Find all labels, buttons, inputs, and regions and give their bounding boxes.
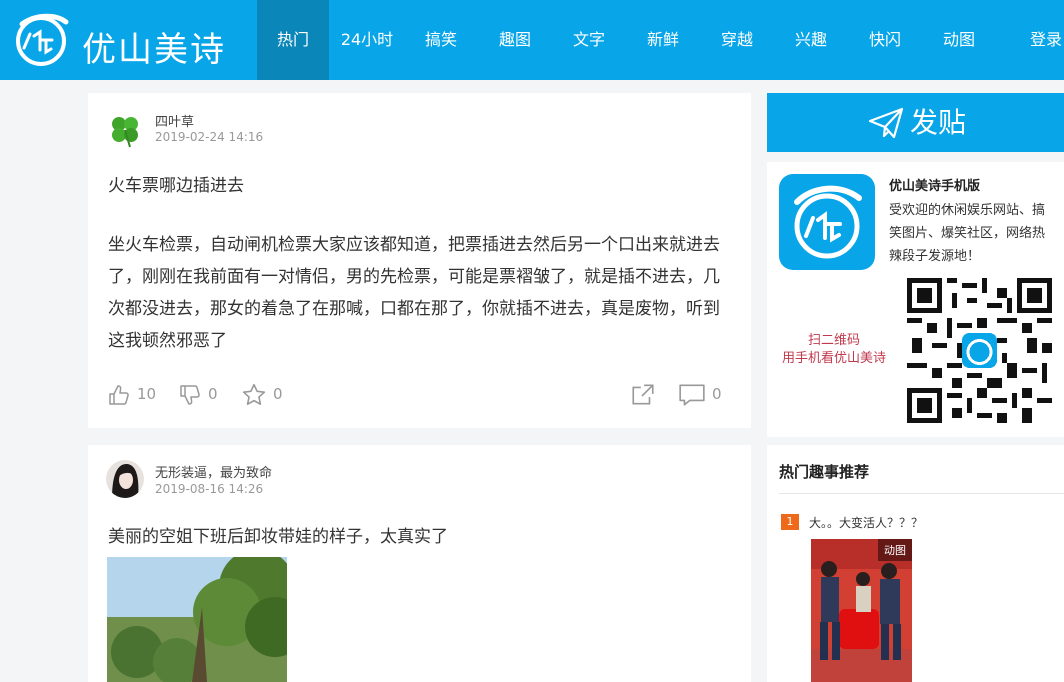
hot-title: 热门趣事推荐 [779, 463, 870, 481]
dislike-count: 0 [208, 385, 218, 403]
hot-item-image[interactable]: 动图 [811, 539, 912, 682]
divider [779, 493, 1064, 494]
dislike-button[interactable]: 0 [178, 381, 218, 407]
author-name[interactable]: 四叶草 [155, 111, 194, 130]
site-logo[interactable]: 优山美诗 [12, 10, 242, 70]
post-title[interactable]: 美丽的空姐下班后卸妆带娃的样子，太真实了 [108, 522, 448, 547]
qr-code [907, 278, 1052, 423]
post-image[interactable] [107, 557, 287, 682]
site-name: 优山美诗 [82, 30, 226, 70]
nav-item-gif[interactable]: 动图 [923, 0, 995, 80]
comment-button[interactable]: 0 [678, 381, 722, 407]
post-date: 2019-08-16 14:26 [155, 482, 264, 496]
logo-mark-icon [16, 13, 69, 66]
login-link[interactable]: 登录 [1030, 0, 1064, 80]
post-title[interactable]: 火车票哪边插进去 [108, 171, 244, 196]
like-button[interactable]: 10 [107, 381, 156, 407]
new-post-label: 发贴 [910, 106, 967, 139]
comment-icon [679, 384, 705, 406]
post-date: 2019-02-24 14:16 [155, 130, 264, 144]
mobile-app-panel: 优山美诗手机版 受欢迎的休闲娱乐网站、搞笑图片、爆笑社区，网络热辣段子发源地！ … [767, 162, 1064, 437]
qr-code-icon [907, 278, 1052, 423]
favorite-button[interactable]: 0 [241, 381, 283, 407]
post-card: 无形装逼，最为致命 2019-08-16 14:26 美丽的空姐下班后卸妆带娃的… [88, 445, 751, 682]
nav-item-funny[interactable]: 搞笑 [405, 0, 477, 80]
share-button[interactable] [630, 381, 656, 407]
user-photo [106, 460, 144, 498]
qr-hint-line1: 扫二维码 [807, 333, 860, 348]
author-avatar[interactable] [106, 111, 144, 149]
comment-count: 0 [712, 385, 722, 403]
share-icon [632, 383, 654, 404]
qr-hint: 扫二维码 用手机看优山美诗 [767, 332, 901, 368]
author-name[interactable]: 无形装逼，最为致命 [155, 462, 272, 481]
rank-badge: 1 [781, 514, 799, 530]
top-nav: 优山美诗 热门 24小时 搞笑 趣图 文字 新鲜 穿越 兴趣 快闪 动图 登录 [0, 0, 1064, 80]
post-body: 坐火车检票，自动闸机检票大家应该都知道，把票插进去然后另一个口出来就进去了，刚刚… [108, 235, 720, 351]
nav-item-fresh[interactable]: 新鲜 [627, 0, 699, 80]
author-avatar[interactable] [106, 460, 144, 498]
nav-item-24h[interactable]: 24小时 [329, 0, 405, 80]
new-post-button[interactable]: 发贴 [767, 93, 1064, 152]
app-icon[interactable] [779, 174, 875, 270]
nav-item-flash[interactable]: 快闪 [849, 0, 921, 80]
thumbs-up-icon [109, 384, 129, 405]
tree-photo [107, 557, 287, 682]
nav-item-pics[interactable]: 趣图 [479, 0, 551, 80]
app-logo-icon [794, 185, 862, 259]
app-title: 优山美诗手机版 [889, 179, 981, 194]
nav-item-interest[interactable]: 兴趣 [775, 0, 847, 80]
paper-plane-icon [868, 107, 904, 139]
nav-item-travel[interactable]: 穿越 [701, 0, 773, 80]
nav-item-text[interactable]: 文字 [553, 0, 625, 80]
nav-item-hot[interactable]: 热门 [257, 0, 329, 80]
qr-hint-line2: 用手机看优山美诗 [781, 351, 886, 366]
app-description: 受欢迎的休闲娱乐网站、搞笑图片、爆笑社区，网络热辣段子发源地！ [889, 203, 1046, 264]
four-leaf-clover-icon [106, 111, 144, 149]
favorite-count: 0 [273, 385, 283, 403]
like-count: 10 [137, 385, 157, 403]
gif-badge: 动图 [878, 539, 912, 561]
star-icon [242, 383, 266, 405]
post-card: 四叶草 2019-02-24 14:16 火车票哪边插进去 坐火车检票，自动闸机… [88, 93, 751, 428]
hot-item-title[interactable]: 大。。大变活人？？？ [809, 514, 923, 531]
hot-recommend-panel: 热门趣事推荐 1 大。。大变活人？？？ 动图 [767, 445, 1064, 682]
thumbs-down-icon [180, 384, 200, 405]
